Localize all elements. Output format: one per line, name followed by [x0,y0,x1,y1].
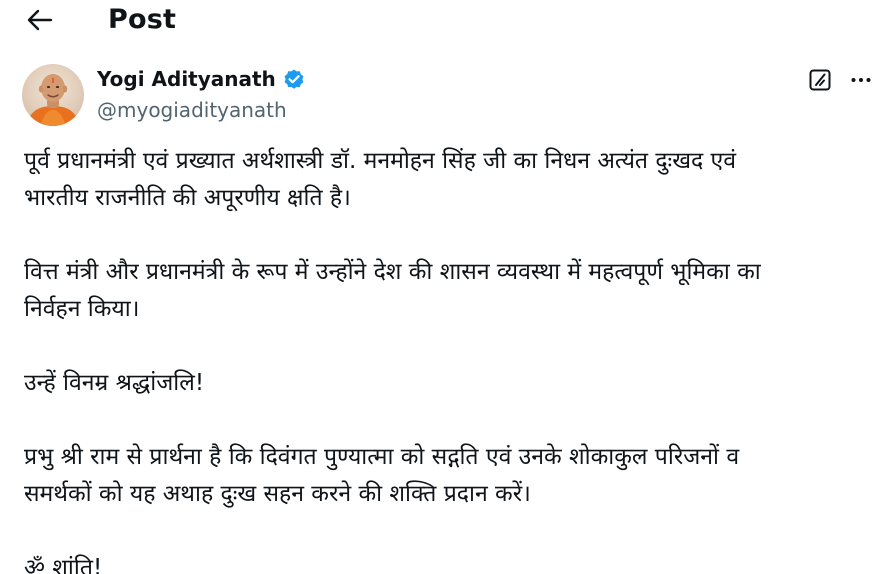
more-options-button[interactable] [846,66,876,94]
more-icon [851,78,871,82]
back-button[interactable] [22,4,58,36]
tweet-paragraph: प्रभु श्री राम से प्रार्थना है कि दिवंगत… [24,439,874,513]
tweet-paragraph: ॐ शांति! [24,550,874,574]
tweet-line: समर्थकों को यह अथाह दुःख सहन करने की शक्… [24,481,531,507]
tweet-paragraph: वित्त मंत्री और प्रधानमंत्री के रूप में … [24,254,874,328]
tweet-paragraph: पूर्व प्रधानमंत्री एवं प्रख्यात अर्थशास्… [24,143,874,217]
author-name-row: Yogi Adityanath [97,64,306,94]
tweet-text: पूर्व प्रधानमंत्री एवं प्रख्यात अर्थशास्… [24,143,874,574]
tweet-line: ॐ शांति! [24,555,103,574]
post-page: Post Yogi Adityanath @myogiadityanath पू… [0,0,886,574]
avatar-photo [22,64,84,126]
tweet-line: प्रभु श्री राम से प्रार्थना है कि दिवंगत… [24,444,740,470]
arrow-left-icon [27,9,53,31]
grok-button[interactable] [806,66,834,94]
tweet-line: वित्त मंत्री और प्रधानमंत्री के रूप में … [24,259,761,285]
verified-badge-icon[interactable] [282,67,306,91]
avatar[interactable] [22,64,84,126]
tweet-line: उन्हें विनम्र श्रद्धांजलि! [24,370,205,396]
tweet-line: निर्वहन किया। [24,296,140,322]
tweet-line: भारतीय राजनीति की अपूरणीय क्षति है। [24,185,351,211]
author-name[interactable]: Yogi Adityanath [97,65,276,93]
page-title: Post [108,4,177,35]
grok-icon [809,69,831,91]
tweet-line: पूर्व प्रधानमंत्री एवं प्रख्यात अर्थशास्… [24,148,737,174]
author-handle[interactable]: @myogiadityanath [97,96,287,124]
tweet-paragraph: उन्हें विनम्र श्रद्धांजलि! [24,365,874,402]
post-header: Post [0,0,886,44]
